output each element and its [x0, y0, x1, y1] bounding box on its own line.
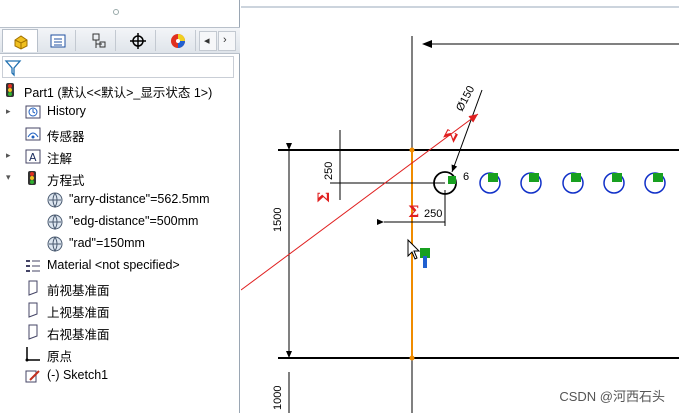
dimension-1500[interactable]: 1500	[272, 208, 284, 232]
tree-item[interactable]: 原点	[0, 344, 240, 364]
tab-display-manager[interactable]	[160, 30, 196, 51]
tabs-scroll-right-button[interactable]: ›	[218, 31, 236, 51]
tree-item-label: "rad"=150mm	[69, 236, 145, 250]
graphics-area[interactable]: 1500 1000 250 Σ 250 Σ Ø150 Σ 6 CSDN @河西石…	[241, 0, 679, 413]
tree-item[interactable]: ▾ 方程式	[0, 168, 240, 188]
tree-item[interactable]: ▸ A 注解	[0, 146, 240, 166]
filter-icon	[4, 60, 22, 77]
tree-item[interactable]: "edg-distance"=500mm	[0, 212, 240, 232]
mouse-cursor-icon	[407, 238, 421, 260]
tree-item-label: 传感器	[47, 130, 85, 144]
dimension-250-vertical[interactable]: 250	[323, 162, 335, 180]
tree-item-label: History	[47, 104, 86, 118]
tree-item[interactable]: (-) Sketch1	[0, 366, 240, 386]
pattern-count[interactable]: 6	[463, 171, 469, 183]
plane-icon	[28, 302, 38, 318]
global-variable-icon	[47, 214, 63, 230]
plane-icon	[28, 324, 38, 340]
dimension-250-horizontal[interactable]: 250	[424, 208, 442, 220]
annotation-icon: A	[25, 149, 41, 164]
sensor-icon	[25, 127, 41, 141]
global-variable-icon	[47, 192, 63, 208]
history-icon	[25, 105, 41, 119]
feature-manager-icon	[14, 35, 28, 50]
feature-manager-panel: ◂ › Part1 (默认<<默认>_显示状态 1>) ▸ History 传感器 ▸…	[0, 0, 240, 413]
diameter-dimension[interactable]: Ø150	[454, 84, 477, 113]
tree-item[interactable]: 上视基准面	[0, 300, 240, 320]
tree-item-label: (-) Sketch1	[47, 368, 109, 382]
origin-icon	[25, 347, 40, 362]
expand-toggle[interactable]: ▾	[6, 172, 11, 183]
equation-marker-diameter: Σ	[440, 126, 462, 145]
dimension-1000[interactable]: 1000	[272, 386, 284, 410]
tab-dimxpert-manager[interactable]	[120, 30, 156, 51]
expand-toggle[interactable]: ▸	[6, 106, 11, 117]
annotation-arrow	[241, 113, 479, 291]
tree-item-label: 原点	[47, 350, 73, 364]
plane-icon	[28, 280, 38, 296]
tree-item-label: "edg-distance"=500mm	[69, 214, 199, 228]
tree-item-label: 注解	[47, 152, 73, 166]
tree-item[interactable]: ▸ History	[0, 102, 240, 122]
tree-item[interactable]: "rad"=150mm	[0, 234, 240, 254]
tree-root-part[interactable]: Part1 (默认<<默认>_显示状态 1>)	[0, 80, 240, 100]
tree-item[interactable]: Material <not specified>	[0, 256, 240, 276]
tree-item-label: "arry-distance"=562.5mm	[69, 192, 210, 206]
pattern-circles	[448, 172, 666, 194]
tree-item-label: 右视基准面	[47, 328, 110, 342]
display-manager-icon	[171, 34, 185, 48]
dimxpert-icon	[130, 33, 146, 49]
tree-item-label: 方程式	[47, 174, 85, 188]
svg-text:A: A	[29, 151, 37, 164]
property-manager-icon	[50, 34, 66, 48]
tree-item[interactable]: "arry-distance"=562.5mm	[0, 190, 240, 210]
tab-feature-manager[interactable]	[2, 29, 38, 52]
equations-folder-icon	[28, 171, 36, 185]
tree-item[interactable]: 前视基准面	[0, 278, 240, 298]
expand-toggle[interactable]: ▸	[6, 150, 11, 161]
tree-item[interactable]: 传感器	[0, 124, 240, 144]
sketch-drawing: 1500 1000 250 Σ 250 Σ Ø150 Σ 6	[241, 6, 679, 413]
global-variable-icon	[47, 236, 63, 252]
equation-marker-horizontal: Σ	[408, 202, 419, 221]
material-icon	[26, 260, 40, 272]
tab-property-manager[interactable]	[40, 30, 76, 51]
tree-filter-field[interactable]	[2, 56, 234, 78]
tree-item-label: Material <not specified>	[47, 258, 180, 272]
configuration-manager-icon	[92, 33, 106, 48]
tree-item-label: 上视基准面	[47, 306, 110, 320]
part-traffic-light-icon	[6, 83, 14, 97]
equation-marker-vertical: Σ	[314, 192, 333, 203]
manager-tab-bar: ◂ ›	[0, 27, 240, 54]
tabs-scroll-left-button[interactable]: ◂	[199, 31, 217, 51]
watermark: CSDN @河西石头	[559, 389, 665, 404]
tree-item[interactable]: 右视基准面	[0, 322, 240, 342]
tree-item-label: 前视基准面	[47, 284, 110, 298]
part-label: Part1 (默认<<默认>_显示状态 1>)	[24, 86, 213, 100]
sketch-icon	[25, 370, 40, 383]
tab-configuration-manager[interactable]	[80, 30, 116, 51]
